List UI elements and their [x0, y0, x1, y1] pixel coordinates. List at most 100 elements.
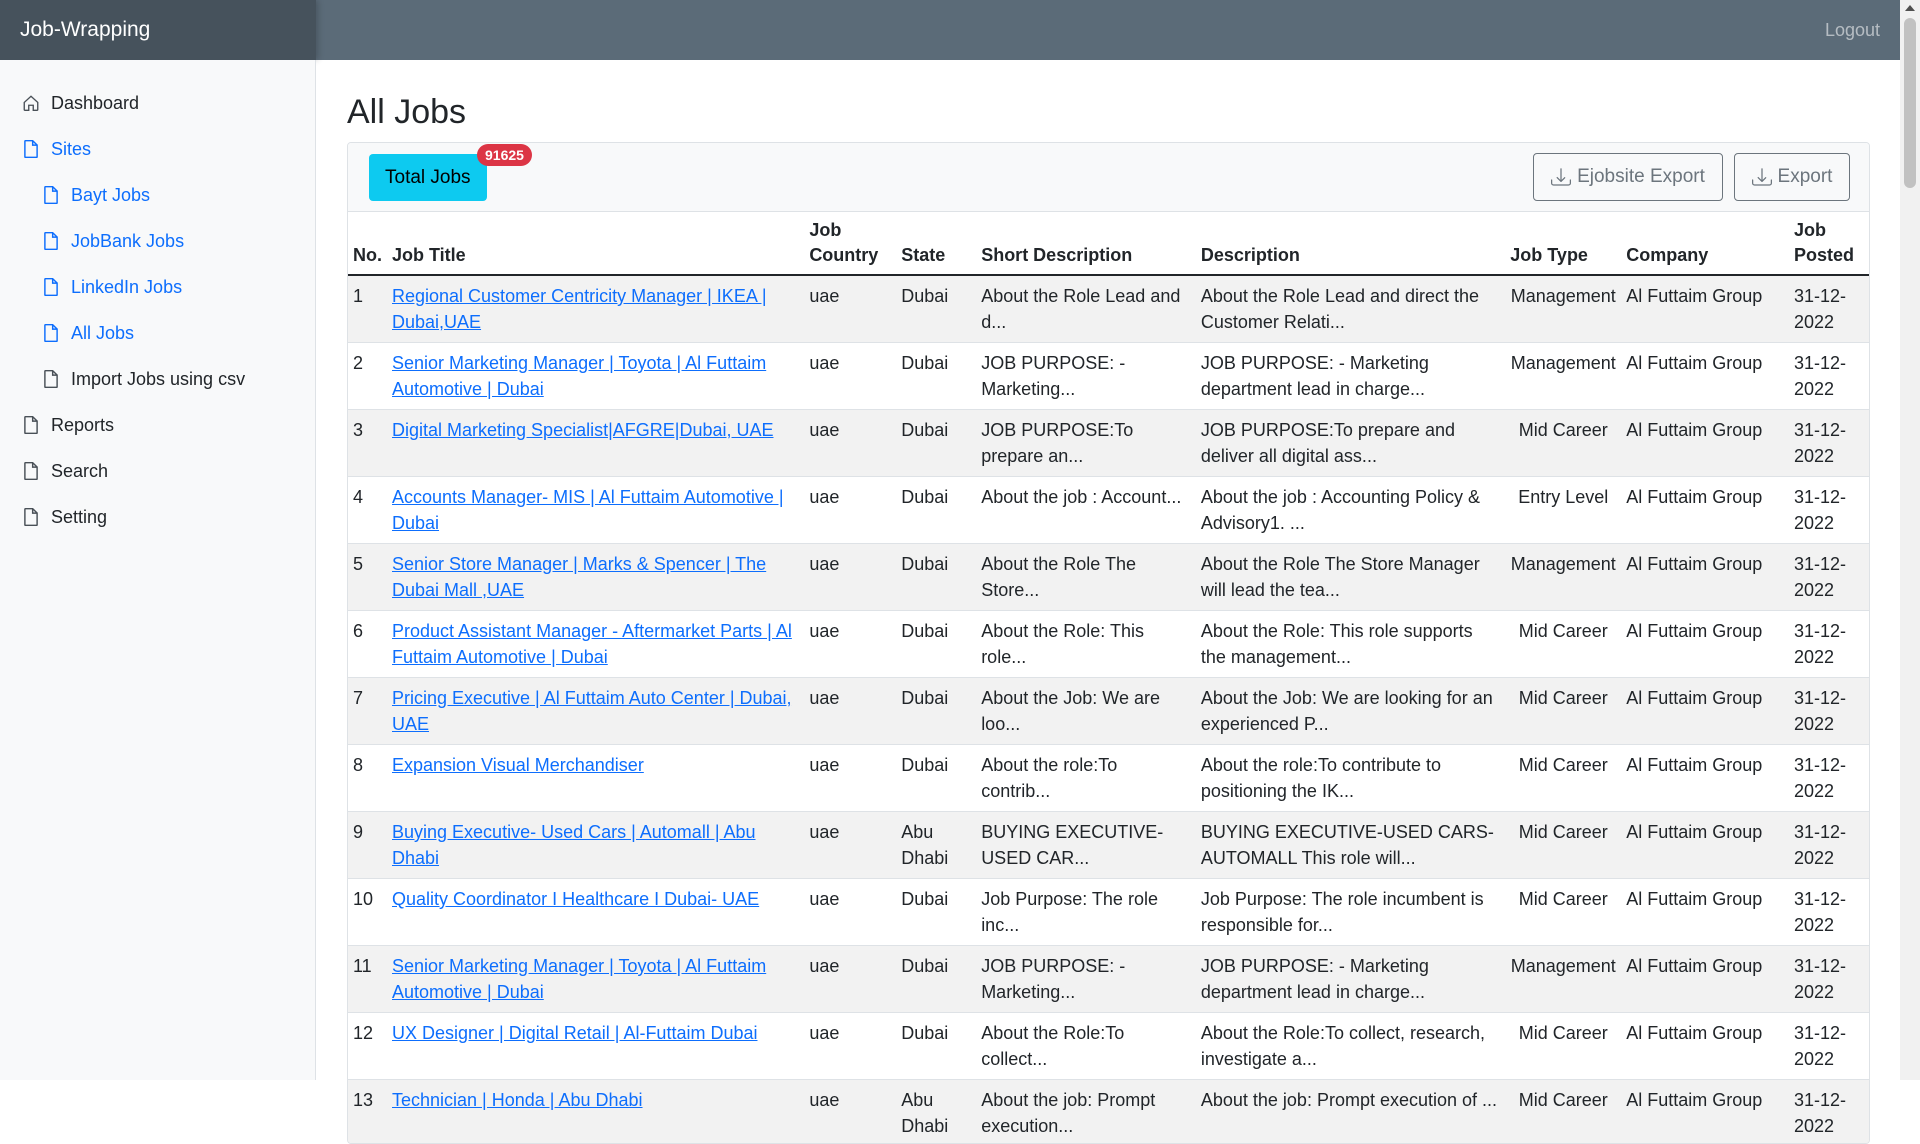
job-title-link[interactable]: Accounts Manager- MIS | Al Futtaim Autom…	[392, 487, 784, 533]
table-row: 1Regional Customer Centricity Manager | …	[348, 275, 1869, 343]
total-jobs-button[interactable]: Total Jobs 91625	[369, 154, 487, 201]
job-title-link[interactable]: Technician | Honda | Abu Dhabi	[392, 1090, 643, 1110]
cell-no: 13	[348, 1080, 387, 1144]
cell-job-country: uae	[804, 745, 896, 812]
cell-state: Abu Dhabi	[896, 812, 976, 879]
sidebar-item-import-jobs-using-csv[interactable]: Import Jobs using csv	[0, 356, 315, 402]
cell-short-description: Job Purpose: The role inc...	[976, 879, 1196, 946]
cell-job-title: Senior Marketing Manager | Toyota | Al F…	[387, 946, 804, 1013]
sidebar-item-jobbank-jobs[interactable]: JobBank Jobs	[0, 218, 315, 264]
col-state[interactable]: State	[896, 212, 976, 275]
cell-job-posted: 31-12-2022	[1789, 678, 1869, 745]
job-title-link[interactable]: Digital Marketing Specialist|AFGRE|Dubai…	[392, 420, 774, 440]
table-row: 6Product Assistant Manager - Aftermarket…	[348, 611, 1869, 678]
cell-short-description: About the Job: We are loo...	[976, 678, 1196, 745]
job-title-link[interactable]: Expansion Visual Merchandiser	[392, 755, 644, 775]
file-icon	[22, 415, 40, 435]
job-title-link[interactable]: Senior Store Manager | Marks & Spencer |…	[392, 554, 766, 600]
col-job-posted[interactable]: Job Posted	[1789, 212, 1869, 275]
sidebar-item-dashboard[interactable]: Dashboard	[0, 80, 315, 126]
cell-company: Al Futtaim Group	[1621, 946, 1789, 1013]
cell-no: 10	[348, 879, 387, 946]
total-jobs-label: Total Jobs	[385, 167, 471, 188]
cell-job-title: Accounts Manager- MIS | Al Futtaim Autom…	[387, 477, 804, 544]
job-title-link[interactable]: Pricing Executive | Al Futtaim Auto Cent…	[392, 688, 792, 734]
cell-short-description: JOB PURPOSE: - Marketing...	[976, 343, 1196, 410]
cell-job-type: Mid Career	[1505, 678, 1621, 745]
job-title-link[interactable]: Buying Executive- Used Cars | Automall |…	[392, 822, 756, 868]
jobs-table: No. Job Title Job Country State Short De…	[348, 212, 1869, 1144]
page-scrollbar[interactable]	[1900, 0, 1920, 1080]
cell-job-title: Senior Store Manager | Marks & Spencer |…	[387, 544, 804, 611]
ejobsite-export-label: Ejobsite Export	[1577, 166, 1705, 188]
cell-job-title: Product Assistant Manager - Aftermarket …	[387, 611, 804, 678]
col-no[interactable]: No.	[348, 212, 387, 275]
cell-job-title: Technician | Honda | Abu Dhabi	[387, 1080, 804, 1144]
cell-description: JOB PURPOSE: - Marketing department lead…	[1196, 946, 1505, 1013]
cell-state: Dubai	[896, 946, 976, 1013]
brand-logo[interactable]: Job-Wrapping	[0, 0, 316, 60]
cell-no: 12	[348, 1013, 387, 1080]
col-job-title[interactable]: Job Title	[387, 212, 804, 275]
table-row: 7Pricing Executive | Al Futtaim Auto Cen…	[348, 678, 1869, 745]
sidebar-item-linkedin-jobs[interactable]: LinkedIn Jobs	[0, 264, 315, 310]
sidebar-item-label: JobBank Jobs	[71, 231, 184, 252]
cell-description: About the job : Accounting Policy & Advi…	[1196, 477, 1505, 544]
cell-description: JOB PURPOSE:To prepare and deliver all d…	[1196, 410, 1505, 477]
sidebar-item-setting[interactable]: Setting	[0, 494, 315, 540]
job-title-link[interactable]: Quality Coordinator I Healthcare I Dubai…	[392, 889, 759, 909]
cell-job-title: Buying Executive- Used Cars | Automall |…	[387, 812, 804, 879]
export-button[interactable]: Export	[1734, 153, 1850, 201]
cell-state: Abu Dhabi	[896, 1080, 976, 1144]
sidebar-item-reports[interactable]: Reports	[0, 402, 315, 448]
job-title-link[interactable]: Regional Customer Centricity Manager | I…	[392, 286, 767, 332]
cell-state: Dubai	[896, 611, 976, 678]
home-icon	[22, 93, 40, 113]
cell-job-country: uae	[804, 611, 896, 678]
cell-state: Dubai	[896, 544, 976, 611]
sidebar-item-label: All Jobs	[71, 323, 134, 344]
cell-short-description: About the Role: This role...	[976, 611, 1196, 678]
sidebar-item-all-jobs[interactable]: All Jobs	[0, 310, 315, 356]
col-short-description[interactable]: Short Description	[976, 212, 1196, 275]
cell-job-type: Entry Level	[1505, 477, 1621, 544]
col-job-country[interactable]: Job Country	[804, 212, 896, 275]
cell-company: Al Futtaim Group	[1621, 812, 1789, 879]
ejobsite-export-button[interactable]: Ejobsite Export	[1533, 153, 1723, 201]
col-company[interactable]: Company	[1621, 212, 1789, 275]
cell-job-title: UX Designer | Digital Retail | Al-Futtai…	[387, 1013, 804, 1080]
cell-description: About the Role The Store Manager will le…	[1196, 544, 1505, 611]
col-job-type[interactable]: Job Type	[1505, 212, 1621, 275]
col-description[interactable]: Description	[1196, 212, 1505, 275]
file-icon	[42, 323, 60, 343]
job-title-link[interactable]: UX Designer | Digital Retail | Al-Futtai…	[392, 1023, 757, 1043]
cell-job-type: Mid Career	[1505, 1013, 1621, 1080]
job-title-link[interactable]: Product Assistant Manager - Aftermarket …	[392, 621, 792, 667]
logout-link[interactable]: Logout	[1825, 0, 1880, 60]
job-title-link[interactable]: Senior Marketing Manager | Toyota | Al F…	[392, 956, 766, 1002]
cell-state: Dubai	[896, 275, 976, 343]
sidebar-item-bayt-jobs[interactable]: Bayt Jobs	[0, 172, 315, 218]
cell-job-posted: 31-12-2022	[1789, 946, 1869, 1013]
cell-company: Al Futtaim Group	[1621, 477, 1789, 544]
file-icon	[22, 461, 40, 481]
job-title-link[interactable]: Senior Marketing Manager | Toyota | Al F…	[392, 353, 766, 399]
cell-no: 4	[348, 477, 387, 544]
cell-job-country: uae	[804, 678, 896, 745]
sidebar-item-search[interactable]: Search	[0, 448, 315, 494]
cell-company: Al Futtaim Group	[1621, 1080, 1789, 1144]
cell-no: 9	[348, 812, 387, 879]
scroll-up-arrow-icon[interactable]	[1905, 5, 1915, 11]
export-label: Export	[1778, 166, 1833, 188]
cell-description: About the Job: We are looking for an exp…	[1196, 678, 1505, 745]
sidebar: DashboardSitesBayt Jobs JobBank Jobs Linke…	[0, 60, 316, 1080]
scrollbar-thumb[interactable]	[1904, 18, 1916, 188]
cell-company: Al Futtaim Group	[1621, 275, 1789, 343]
cell-job-country: uae	[804, 1080, 896, 1144]
download-icon	[1551, 167, 1577, 187]
cell-job-country: uae	[804, 879, 896, 946]
sidebar-item-label: Setting	[51, 507, 107, 528]
sidebar-item-sites[interactable]: Sites	[0, 126, 315, 172]
cell-state: Dubai	[896, 410, 976, 477]
cell-job-type: Management	[1505, 544, 1621, 611]
